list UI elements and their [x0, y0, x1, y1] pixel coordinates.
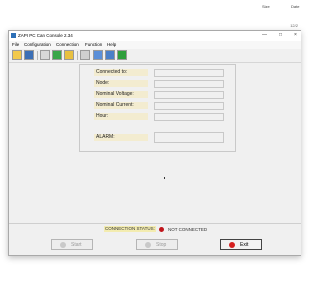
settings-icon[interactable] [40, 50, 50, 60]
explorer-header: Size Date 12/2 [0, 0, 300, 30]
alarm-label: ALARM: [94, 134, 148, 141]
menu-connection[interactable]: Connection [56, 42, 79, 47]
app-window: ZAPI PC Can Console 2.34 — □ × File Conf… [8, 30, 301, 256]
close-button[interactable]: × [294, 32, 297, 38]
node-value [154, 80, 224, 88]
cursor-mark [164, 177, 165, 179]
exit-button[interactable]: Exit [220, 239, 262, 250]
stop-button-label: Stop [156, 242, 167, 248]
lock-icon[interactable] [64, 50, 74, 60]
alarm-value [154, 132, 224, 143]
status-led-icon [159, 227, 164, 232]
menu-file[interactable]: File [12, 42, 19, 47]
title-bar: ZAPI PC Can Console 2.34 — □ × [9, 31, 301, 41]
start-button-label: Start [71, 242, 82, 248]
stop-button[interactable]: Stop [136, 239, 178, 250]
nominal-voltage-label: Nominal Voltage: [94, 91, 148, 98]
connect-icon[interactable] [52, 50, 62, 60]
exit-button-label: Exit [240, 242, 249, 248]
window-title: ZAPI PC Can Console 2.34 [18, 33, 73, 38]
size-column-header[interactable]: Size [262, 4, 270, 9]
nominal-current-label: Nominal Current: [94, 102, 148, 109]
menu-configuration[interactable]: Configuration [24, 42, 51, 47]
monitor-icon[interactable] [93, 50, 103, 60]
exit-icon[interactable] [117, 50, 127, 60]
open-folder-icon[interactable] [12, 50, 22, 60]
menu-help[interactable]: Help [107, 42, 116, 47]
hour-label: Hour: [94, 113, 148, 120]
node-label: Node: [94, 80, 148, 87]
toolbar-separator [77, 51, 78, 60]
menu-bar: File Configuration Connection Function H… [9, 41, 301, 49]
menu-function[interactable]: Function [85, 42, 102, 47]
connected-to-value [154, 69, 224, 77]
connected-to-label: Connected to: [94, 69, 148, 76]
tools-icon[interactable] [80, 50, 90, 60]
minimize-button[interactable]: — [262, 32, 267, 38]
date-column-header[interactable]: Date [291, 4, 299, 9]
controller-info-panel: Connected to: Node: Nominal Voltage: Nom… [79, 64, 236, 152]
save-icon[interactable] [24, 50, 34, 60]
list-icon[interactable] [105, 50, 115, 60]
stop-icon [145, 242, 151, 248]
start-button[interactable]: Start [51, 239, 93, 250]
nominal-current-value [154, 102, 224, 110]
app-icon [11, 33, 16, 38]
date-value: 12/2 [290, 23, 298, 28]
maximize-button[interactable]: □ [279, 32, 282, 38]
exit-icon [229, 242, 235, 248]
connection-status-label: CONNECTION STATUS: [104, 226, 156, 232]
nominal-voltage-value [154, 91, 224, 99]
toolbar [9, 49, 301, 63]
toolbar-separator [37, 51, 38, 60]
hour-value [154, 113, 224, 121]
connection-status-value: NOT CONNECTED [168, 227, 208, 232]
play-icon [60, 242, 66, 248]
status-area: CONNECTION STATUS: NOT CONNECTED [9, 223, 301, 234]
